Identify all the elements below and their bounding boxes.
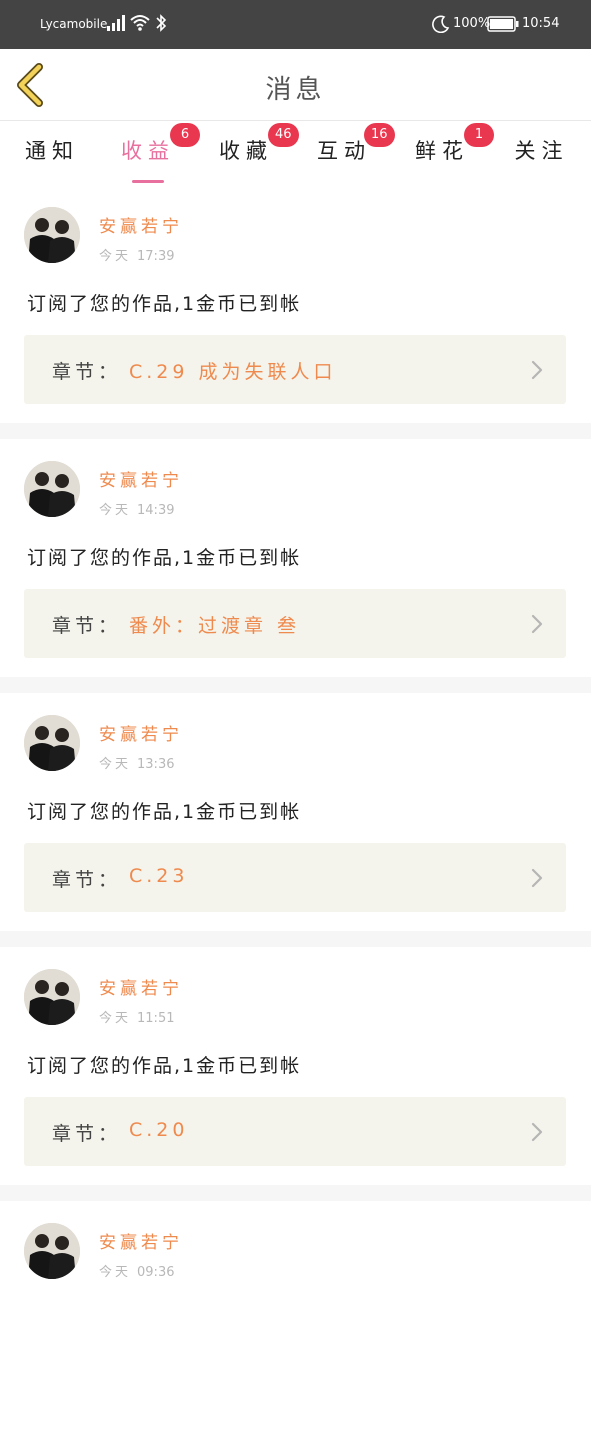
timestamp-day: 今天 bbox=[99, 249, 132, 264]
page-title: 消息 bbox=[265, 75, 326, 105]
divider bbox=[0, 677, 591, 693]
timestamp: 今天 17:39 bbox=[99, 245, 174, 264]
message-text: 订阅了您的作品,1金币已到帐 bbox=[27, 801, 302, 823]
favorites-count-badge: 46 bbox=[268, 123, 299, 147]
status-bar: Lycamobile 100% 10:54 bbox=[0, 0, 591, 49]
timestamp-time: 17:39 bbox=[137, 249, 175, 264]
timestamp: 今天 11:51 bbox=[99, 1007, 174, 1026]
avatar[interactable] bbox=[24, 207, 80, 263]
avatar[interactable] bbox=[24, 969, 80, 1025]
timestamp: 今天 14:39 bbox=[99, 499, 174, 518]
divider bbox=[0, 423, 591, 439]
tab-label: 鲜花 bbox=[415, 139, 469, 163]
tab-label: 通知 bbox=[25, 139, 79, 163]
list-item: 安赢若宁 今天 11:51 订阅了您的作品,1金币已到帐 章节： C.20 bbox=[0, 947, 591, 1185]
clock: 10:54 bbox=[522, 16, 560, 31]
flowers-count-badge: 1 bbox=[464, 123, 494, 147]
signal-icon bbox=[107, 15, 125, 35]
tab-favorites[interactable]: 收藏 46 bbox=[198, 123, 299, 177]
category-tabs: 通知 收益 6 收藏 46 互动 16 鲜花 1 关注 bbox=[0, 121, 591, 185]
divider bbox=[0, 1185, 591, 1201]
tab-flowers[interactable]: 鲜花 1 bbox=[394, 123, 494, 177]
list-item: 安赢若宁 今天 17:39 订阅了您的作品,1金币已到帐 章节： C.29 成为失… bbox=[0, 185, 591, 423]
nav-header: 消息 bbox=[0, 49, 591, 121]
username[interactable]: 安赢若宁 bbox=[99, 466, 183, 491]
tab-earnings[interactable]: 收益 6 bbox=[100, 123, 200, 183]
tab-label: 收益 bbox=[121, 139, 175, 163]
list-item: 安赢若宁 今天 09:36 bbox=[0, 1201, 591, 1439]
message-text: 订阅了您的作品,1金币已到帐 bbox=[27, 293, 302, 315]
chapter-title: C.20 bbox=[129, 1119, 189, 1141]
battery-icon bbox=[487, 16, 519, 36]
chevron-right-icon bbox=[531, 360, 543, 380]
tab-notifications[interactable]: 通知 bbox=[0, 133, 104, 177]
interactions-count-badge: 16 bbox=[364, 123, 395, 147]
chapter-title: C.23 bbox=[129, 865, 189, 887]
chapter-link[interactable]: 章节： C.23 bbox=[24, 843, 566, 912]
tab-label: 互动 bbox=[317, 139, 371, 163]
message-text: 订阅了您的作品,1金币已到帐 bbox=[27, 547, 302, 569]
wifi-icon bbox=[130, 14, 150, 36]
username[interactable]: 安赢若宁 bbox=[99, 212, 183, 237]
chevron-right-icon bbox=[531, 1122, 543, 1142]
chapter-label: 章节： bbox=[52, 869, 122, 891]
avatar[interactable] bbox=[24, 715, 80, 771]
do-not-disturb-moon-icon bbox=[432, 15, 450, 37]
timestamp: 今天 09:36 bbox=[99, 1261, 174, 1280]
chapter-title: C.29 成为失联人口 bbox=[129, 361, 337, 383]
divider bbox=[0, 931, 591, 947]
chapter-label: 章节： bbox=[52, 361, 122, 383]
list-item: 安赢若宁 今天 13:36 订阅了您的作品,1金币已到帐 章节： C.23 bbox=[0, 693, 591, 931]
chapter-link[interactable]: 章节： C.20 bbox=[24, 1097, 566, 1166]
username[interactable]: 安赢若宁 bbox=[99, 1228, 183, 1253]
timestamp-day: 今天 bbox=[99, 503, 132, 518]
chevron-right-icon bbox=[531, 614, 543, 634]
chapter-label: 章节： bbox=[52, 1123, 122, 1145]
active-tab-indicator bbox=[132, 180, 164, 183]
timestamp-time: 14:39 bbox=[137, 503, 175, 518]
tab-interactions[interactable]: 互动 16 bbox=[296, 123, 395, 177]
message-list: 安赢若宁 今天 17:39 订阅了您的作品,1金币已到帐 章节： C.29 成为失… bbox=[0, 185, 591, 1439]
chevron-right-icon bbox=[531, 868, 543, 888]
tab-following[interactable]: 关注 bbox=[492, 133, 591, 177]
tab-label: 收藏 bbox=[219, 139, 273, 163]
battery-percentage: 100% bbox=[453, 16, 491, 31]
earnings-count-badge: 6 bbox=[170, 123, 200, 147]
timestamp: 今天 13:36 bbox=[99, 753, 174, 772]
timestamp-time: 11:51 bbox=[137, 1011, 175, 1026]
timestamp-day: 今天 bbox=[99, 1011, 132, 1026]
tab-label: 关注 bbox=[514, 139, 569, 163]
chapter-link[interactable]: 章节： C.29 成为失联人口 bbox=[24, 335, 566, 404]
list-item: 安赢若宁 今天 14:39 订阅了您的作品,1金币已到帐 章节： 番外：过渡章 叁 bbox=[0, 439, 591, 677]
username[interactable]: 安赢若宁 bbox=[99, 720, 183, 745]
chapter-title: 番外：过渡章 叁 bbox=[129, 615, 301, 637]
avatar[interactable] bbox=[24, 1223, 80, 1279]
timestamp-day: 今天 bbox=[99, 1265, 132, 1280]
timestamp-time: 09:36 bbox=[137, 1265, 175, 1280]
chapter-label: 章节： bbox=[52, 615, 122, 637]
bluetooth-icon bbox=[155, 13, 167, 37]
message-text: 订阅了您的作品,1金币已到帐 bbox=[27, 1055, 302, 1077]
avatar[interactable] bbox=[24, 461, 80, 517]
timestamp-day: 今天 bbox=[99, 757, 132, 772]
chapter-link[interactable]: 章节： 番外：过渡章 叁 bbox=[24, 589, 566, 658]
timestamp-time: 13:36 bbox=[137, 757, 175, 772]
username[interactable]: 安赢若宁 bbox=[99, 974, 183, 999]
carrier-name: Lycamobile bbox=[40, 17, 108, 31]
